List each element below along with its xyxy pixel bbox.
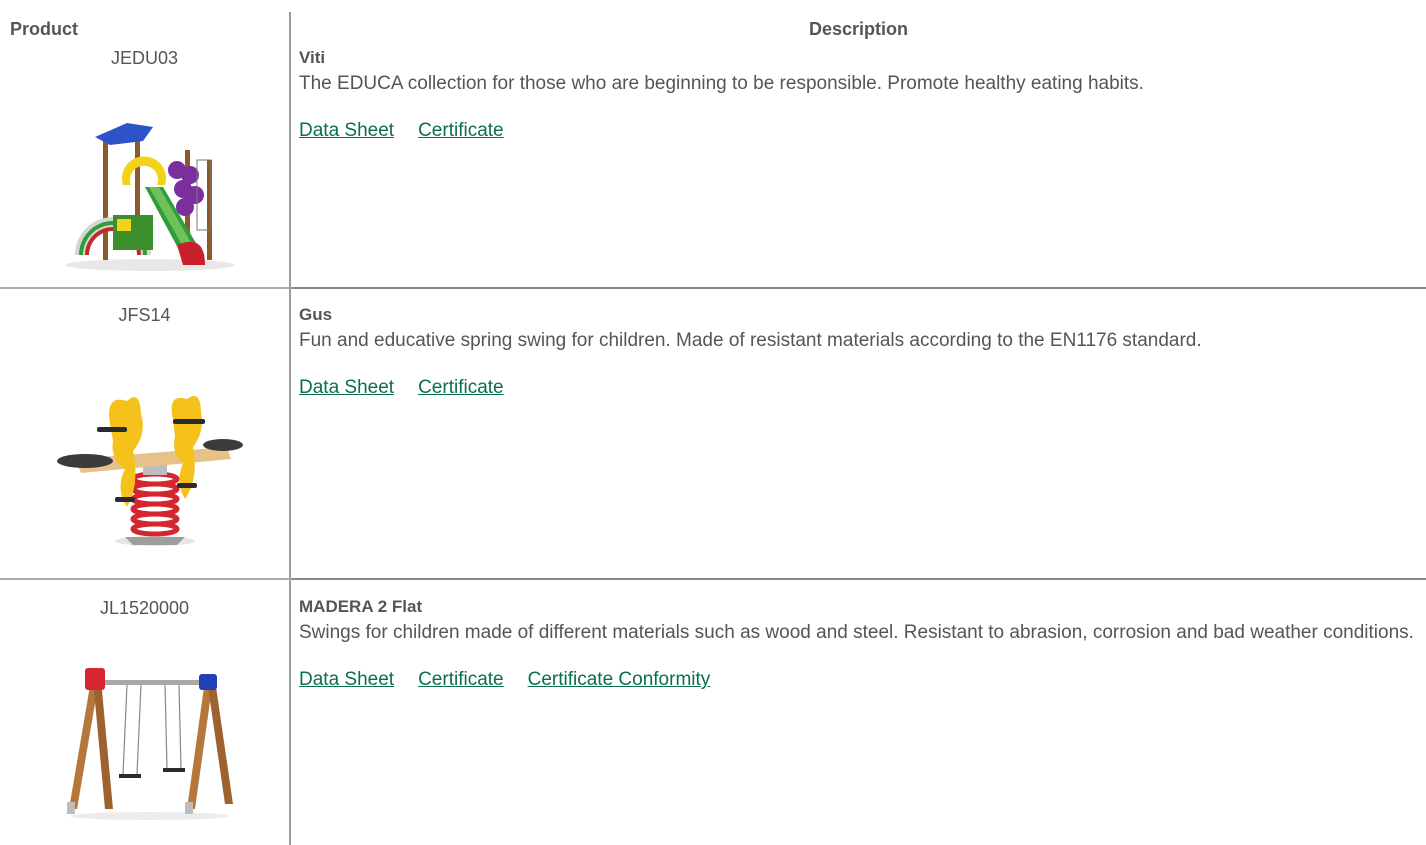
product-description: MADERA 2 Flat Swings for children made o…	[299, 596, 1414, 692]
table-row: JFS14 Gus Fun and educative spring swing…	[0, 289, 1426, 578]
table-row: JL1520000 MADERA 2 Flat Swings for child…	[0, 580, 1426, 845]
column-header-product: Product	[10, 19, 79, 39]
certificate-link[interactable]: Certificate	[418, 120, 504, 141]
certificate-link[interactable]: Certificate	[418, 669, 504, 690]
play-structure-slide-image[interactable]	[55, 115, 245, 275]
product-code: JEDU03	[110, 48, 179, 68]
product-text: The EDUCA collection for those who are b…	[299, 73, 1144, 94]
product-text: Swings for children made of different ma…	[299, 622, 1414, 643]
certificate-link[interactable]: Certificate	[418, 377, 504, 398]
product-name: Gus	[299, 305, 333, 324]
column-header-description: Description	[808, 19, 909, 39]
table-row: JEDU03 Viti The EDUCA collection for tho…	[0, 45, 1426, 287]
wooden-swing-set-image[interactable]	[55, 664, 245, 824]
product-name: Viti	[299, 48, 326, 67]
product-code: JL1520000	[99, 598, 190, 618]
spring-seesaw-image[interactable]	[55, 389, 245, 549]
product-name: MADERA 2 Flat	[299, 597, 423, 616]
product-description: Gus Fun and educative spring swing for c…	[299, 304, 1414, 400]
product-description: Viti The EDUCA collection for those who …	[299, 47, 1414, 143]
data-sheet-link[interactable]: Data Sheet	[299, 669, 394, 690]
product-code: JFS14	[118, 305, 171, 325]
document-links: Data Sheet Certificate	[299, 376, 1414, 400]
table-header: Product Description	[0, 0, 1426, 45]
data-sheet-link[interactable]: Data Sheet	[299, 377, 394, 398]
certificate-conformity-link[interactable]: Certificate Conformity	[528, 669, 711, 690]
data-sheet-link[interactable]: Data Sheet	[299, 120, 394, 141]
document-links: Data Sheet Certificate	[299, 119, 1414, 143]
product-text: Fun and educative spring swing for child…	[299, 330, 1202, 351]
document-links: Data Sheet Certificate Certificate Conform…	[299, 668, 1414, 692]
